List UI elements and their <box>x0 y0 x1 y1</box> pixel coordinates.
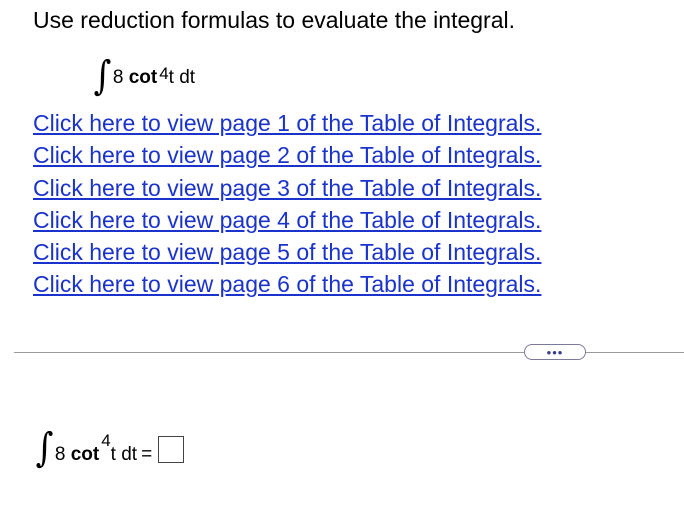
differential: dt <box>179 67 196 88</box>
differential: dt <box>121 444 138 465</box>
equals-sign: = <box>141 444 153 465</box>
answer-input[interactable] <box>158 436 185 463</box>
coefficient: 8 <box>54 444 66 465</box>
list-item: Click here to view page 5 of the Table o… <box>33 236 541 268</box>
table-page-1-link[interactable]: Click here to view page 1 of the Table o… <box>33 110 541 136</box>
table-page-5-link[interactable]: Click here to view page 5 of the Table o… <box>33 239 541 265</box>
table-of-integrals-links: Click here to view page 1 of the Table o… <box>33 107 541 301</box>
list-item: Click here to view page 6 of the Table o… <box>33 268 541 300</box>
instruction-text: Use reduction formulas to evaluate the i… <box>33 7 515 33</box>
function-name: cot <box>70 444 100 465</box>
exponent: 4 <box>101 431 111 450</box>
table-page-3-link[interactable]: Click here to view page 3 of the Table o… <box>33 175 541 201</box>
variable: t <box>168 67 174 88</box>
answer-row: ∫ 8 cot4t dt = <box>34 425 185 471</box>
table-page-2-link[interactable]: Click here to view page 2 of the Table o… <box>33 142 541 168</box>
table-page-4-link[interactable]: Click here to view page 4 of the Table o… <box>33 207 541 233</box>
integrand: 8 cot 4t dt <box>112 64 196 90</box>
list-item: Click here to view page 3 of the Table o… <box>33 172 541 204</box>
integral-sign: ∫ <box>35 425 54 471</box>
integrand: 8 cot4t dt = <box>54 431 185 467</box>
variable: t <box>110 444 116 465</box>
more-options-button[interactable]: ••• <box>524 344 586 360</box>
function-name: cot <box>128 67 158 88</box>
list-item: Click here to view page 2 of the Table o… <box>33 139 541 171</box>
integral-expression: ∫ 8 cot 4t dt <box>92 53 196 99</box>
coefficient: 8 <box>112 67 124 88</box>
exponent: 4 <box>159 64 169 83</box>
list-item: Click here to view page 1 of the Table o… <box>33 107 541 139</box>
integral-sign: ∫ <box>93 53 112 99</box>
table-page-6-link[interactable]: Click here to view page 6 of the Table o… <box>33 271 541 297</box>
list-item: Click here to view page 4 of the Table o… <box>33 204 541 236</box>
